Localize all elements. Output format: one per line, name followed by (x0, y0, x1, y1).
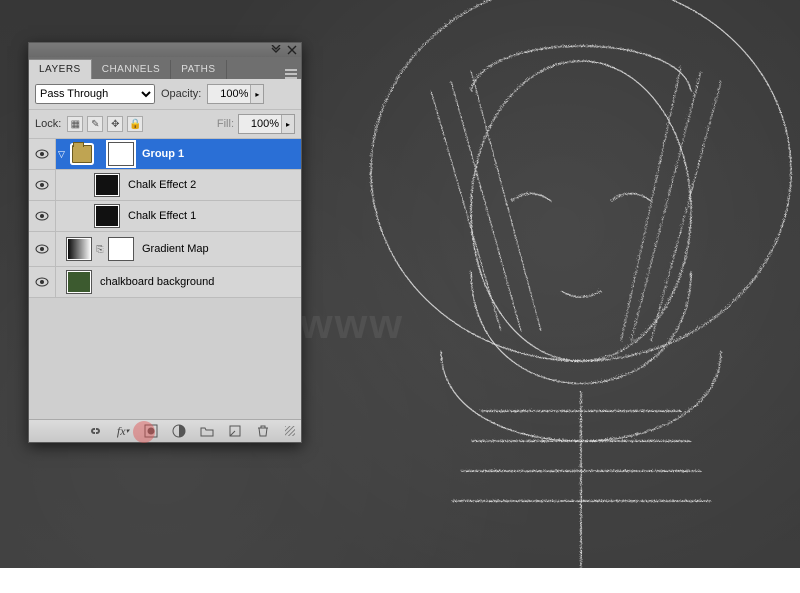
trash-icon[interactable] (255, 423, 271, 439)
opacity-input[interactable] (208, 88, 250, 100)
close-icon[interactable] (287, 45, 297, 55)
layer-thumbnail[interactable] (94, 173, 120, 197)
visibility-toggle[interactable] (29, 170, 56, 200)
layer-thumbnail[interactable] (66, 270, 92, 294)
layer-name[interactable]: Chalk Effect 1 (128, 210, 196, 222)
opacity-field[interactable]: ▸ (207, 84, 264, 104)
new-layer-icon[interactable] (227, 423, 243, 439)
panel-footer: fx▾ (29, 419, 301, 442)
tab-layers[interactable]: LAYERS (29, 59, 92, 79)
layer-list: ▽ Group 1 Chalk Effect 2 Chalk Effect 1 (29, 139, 301, 419)
fill-input[interactable] (239, 118, 281, 130)
panel-tabs: LAYERS CHANNELS PATHS (29, 57, 301, 79)
fill-field[interactable]: ▸ (238, 114, 295, 134)
resize-grip-icon[interactable] (285, 426, 295, 436)
fill-flyout-icon[interactable]: ▸ (281, 115, 294, 133)
layer-name[interactable]: Group 1 (142, 148, 184, 160)
tab-paths[interactable]: PATHS (171, 60, 226, 79)
collapse-icon[interactable] (271, 45, 281, 55)
adjustment-thumbnail[interactable] (66, 237, 92, 261)
panel-menu-icon[interactable] (281, 69, 301, 79)
visibility-toggle[interactable] (29, 139, 56, 169)
blend-mode-select[interactable]: Pass Through (35, 84, 155, 104)
layer-name[interactable]: chalkboard background (100, 276, 214, 288)
link-indicator-icon[interactable]: ⎘ (96, 244, 104, 255)
lock-all-icon[interactable]: 🔒 (127, 116, 143, 132)
layer-name[interactable]: Gradient Map (142, 243, 209, 255)
disclosure-triangle-icon[interactable]: ▽ (58, 149, 68, 160)
visibility-toggle[interactable] (29, 201, 56, 231)
layer-thumbnail[interactable] (94, 204, 120, 228)
document-canvas[interactable]: www LAYERS CHANNELS PATHS Pass Through O… (0, 0, 800, 568)
lock-pixels-icon[interactable]: ✎ (87, 116, 103, 132)
fx-icon[interactable]: fx▾ (115, 423, 131, 439)
layer-row-chalkboard-background[interactable]: chalkboard background (29, 267, 301, 298)
mask-button-highlight (133, 421, 155, 443)
lock-position-icon[interactable]: ✥ (107, 116, 123, 132)
opacity-flyout-icon[interactable]: ▸ (250, 85, 263, 103)
blend-opacity-row: Pass Through Opacity: ▸ (29, 79, 301, 110)
adjustment-icon[interactable] (171, 423, 187, 439)
layer-list-empty-area[interactable] (29, 298, 301, 408)
visibility-toggle[interactable] (29, 267, 56, 297)
chalk-portrait-artwork (320, 0, 800, 590)
watermark-text: www (300, 300, 404, 348)
folder-icon (72, 145, 92, 163)
opacity-label: Opacity: (161, 88, 201, 100)
tab-channels[interactable]: CHANNELS (92, 60, 171, 79)
lock-transparency-icon[interactable]: ▦ (67, 116, 83, 132)
layer-mask-thumbnail[interactable] (108, 142, 134, 166)
visibility-toggle[interactable] (29, 232, 56, 266)
lock-label: Lock: (35, 118, 61, 130)
layer-row-chalk-effect-2[interactable]: Chalk Effect 2 (29, 170, 301, 201)
link-icon[interactable] (87, 423, 103, 439)
layer-name[interactable]: Chalk Effect 2 (128, 179, 196, 191)
layer-row-gradient-map[interactable]: ⎘ Gradient Map (29, 232, 301, 267)
lock-fill-row: Lock: ▦ ✎ ✥ 🔒 Fill: ▸ (29, 110, 301, 139)
layer-row-chalk-effect-1[interactable]: Chalk Effect 1 (29, 201, 301, 232)
layer-row-group-1[interactable]: ▽ Group 1 (29, 139, 301, 170)
layers-panel: LAYERS CHANNELS PATHS Pass Through Opaci… (28, 42, 302, 443)
layer-mask-thumbnail[interactable] (108, 237, 134, 261)
group-icon[interactable] (199, 423, 215, 439)
fill-label: Fill: (217, 118, 234, 130)
panel-titlebar[interactable] (29, 43, 301, 57)
